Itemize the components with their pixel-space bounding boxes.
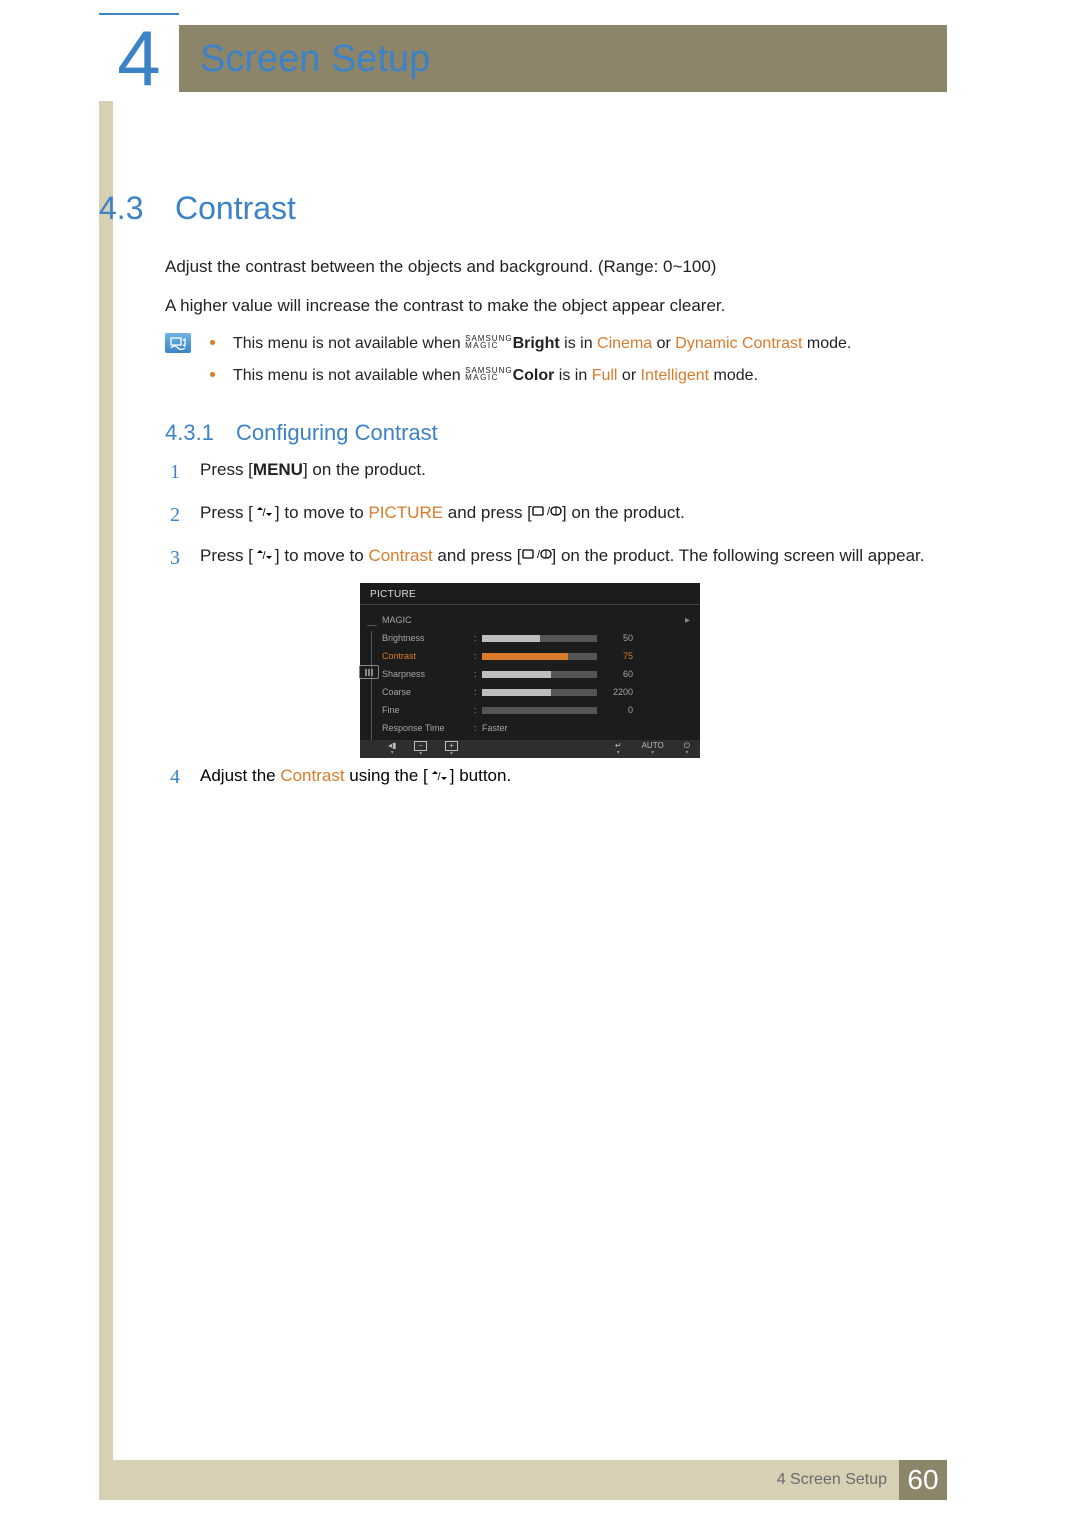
select-source-icon: / bbox=[522, 543, 552, 569]
osd-row-label: Contrast bbox=[382, 651, 474, 661]
step-item: 4 Adjust the Contrast using the [/] butt… bbox=[170, 766, 511, 789]
osd-tree-line bbox=[371, 631, 372, 751]
osd-slider-track bbox=[482, 653, 597, 660]
left-sidebar-strip bbox=[99, 25, 113, 1500]
svg-text:/: / bbox=[437, 771, 441, 782]
note-text: This menu is not available when SAMSUNGM… bbox=[233, 333, 851, 355]
section-title: Contrast bbox=[175, 190, 296, 227]
step-item: 1 Press [MENU] on the product. bbox=[170, 457, 930, 488]
osd-row-value: 2200 bbox=[597, 687, 637, 697]
footer-chapter-label: 4 Screen Setup bbox=[777, 1471, 887, 1489]
up-down-icon: / bbox=[253, 543, 275, 569]
osd-slider-track bbox=[482, 635, 597, 642]
intro-paragraph-1: Adjust the contrast between the objects … bbox=[165, 257, 716, 277]
osd-back-icon: ◂▮▾ bbox=[388, 742, 396, 756]
note-icon bbox=[165, 333, 191, 353]
notes-list: This menu is not available when SAMSUNGM… bbox=[210, 333, 910, 398]
osd-title: PICTURE bbox=[360, 583, 700, 605]
osd-row: MAGIC bbox=[382, 611, 688, 629]
samsung-magic-label: SAMSUNGMAGIC bbox=[465, 368, 512, 382]
osd-row-label: Fine bbox=[382, 705, 474, 715]
step-text: Press [MENU] on the product. bbox=[200, 457, 930, 483]
select-source-icon: / bbox=[532, 500, 562, 526]
svg-text:/: / bbox=[262, 507, 266, 518]
chapter-badge: 4 bbox=[99, 13, 179, 101]
osd-row-label: Sharpness bbox=[382, 669, 474, 679]
osd-row: Response Time:Faster bbox=[382, 719, 688, 737]
osd-auto-label: AUTO▾ bbox=[642, 742, 664, 756]
svg-text:/: / bbox=[262, 550, 266, 561]
up-down-icon: / bbox=[253, 500, 275, 526]
page-number: 60 bbox=[899, 1460, 947, 1500]
osd-slider-track bbox=[482, 707, 597, 714]
osd-row-value: 60 bbox=[597, 669, 637, 679]
bullet-icon bbox=[210, 340, 215, 345]
step-text: Press [/] to move to PICTURE and press [… bbox=[200, 500, 930, 527]
osd-body: MAGIC Brightness:50Contrast:75Sharpness:6… bbox=[360, 605, 700, 739]
note-text: This menu is not available when SAMSUNGM… bbox=[233, 365, 758, 387]
bullet-icon bbox=[210, 372, 215, 377]
osd-picture-category-icon bbox=[359, 665, 379, 679]
osd-slider-track bbox=[482, 689, 597, 696]
osd-slider-fill bbox=[482, 671, 551, 678]
samsung-magic-label: SAMSUNGMAGIC bbox=[465, 336, 512, 350]
svg-text:/: / bbox=[537, 549, 541, 561]
osd-footer-bar: ◂▮▾ −▾ +▾ ↵▾ AUTO▾ ⏻▾ bbox=[360, 740, 700, 758]
osd-slider-track bbox=[482, 671, 597, 678]
osd-enter-icon: ↵▾ bbox=[615, 742, 622, 756]
osd-row-value: 0 bbox=[597, 705, 637, 715]
section-number: 4.3 bbox=[99, 190, 143, 227]
chapter-title: Screen Setup bbox=[200, 38, 430, 81]
osd-slider-fill bbox=[482, 635, 540, 642]
steps-list: 1 Press [MENU] on the product. 2 Press [… bbox=[170, 457, 930, 586]
osd-row: Sharpness:60 bbox=[382, 665, 688, 683]
osd-row: Fine:0 bbox=[382, 701, 688, 719]
note-item: This menu is not available when SAMSUNGM… bbox=[210, 365, 910, 387]
osd-power-icon: ⏻▾ bbox=[684, 742, 690, 756]
osd-slider-fill bbox=[482, 653, 568, 660]
step-text: Adjust the Contrast using the [/] button… bbox=[200, 766, 511, 789]
step-text: Press [/] to move to Contrast and press … bbox=[200, 543, 930, 570]
osd-row-value: 50 bbox=[597, 633, 637, 643]
menu-key-label: MENU bbox=[253, 460, 303, 479]
osd-menu-screenshot: PICTURE MAGICBrightness:50Contrast:75Sha… bbox=[360, 583, 700, 758]
svg-text:/: / bbox=[547, 506, 551, 518]
osd-row-label: Coarse bbox=[382, 687, 474, 697]
note-item: This menu is not available when SAMSUNGM… bbox=[210, 333, 910, 355]
osd-row-label: Brightness bbox=[382, 633, 474, 643]
step-item: 3 Press [/] to move to Contrast and pres… bbox=[170, 543, 930, 574]
chapter-number: 4 bbox=[117, 19, 160, 97]
step-number: 3 bbox=[170, 543, 200, 574]
subsection-title: Configuring Contrast bbox=[236, 420, 438, 446]
osd-slider-fill bbox=[482, 689, 551, 696]
osd-row: Coarse:2200 bbox=[382, 683, 688, 701]
osd-submenu-arrow-icon: ▸ bbox=[685, 615, 690, 626]
osd-row: Brightness:50 bbox=[382, 629, 688, 647]
osd-minus-icon: −▾ bbox=[414, 741, 427, 757]
page-footer: 4 Screen Setup 60 bbox=[99, 1460, 947, 1500]
osd-row-label: Response Time bbox=[382, 723, 474, 733]
step-item: 2 Press [/] to move to PICTURE and press… bbox=[170, 500, 930, 531]
osd-row-value: Faster bbox=[482, 723, 508, 733]
osd-plus-icon: +▾ bbox=[445, 741, 458, 757]
up-down-icon: / bbox=[428, 767, 450, 787]
osd-row-label: MAGIC bbox=[382, 615, 474, 625]
step-number: 4 bbox=[170, 766, 200, 789]
step-number: 2 bbox=[170, 500, 200, 531]
osd-row: Contrast:75 bbox=[382, 647, 688, 665]
intro-paragraph-2: A higher value will increase the contras… bbox=[165, 296, 725, 316]
step-number: 1 bbox=[170, 457, 200, 488]
subsection-number: 4.3.1 bbox=[165, 420, 214, 446]
osd-row-value: 75 bbox=[597, 651, 637, 661]
